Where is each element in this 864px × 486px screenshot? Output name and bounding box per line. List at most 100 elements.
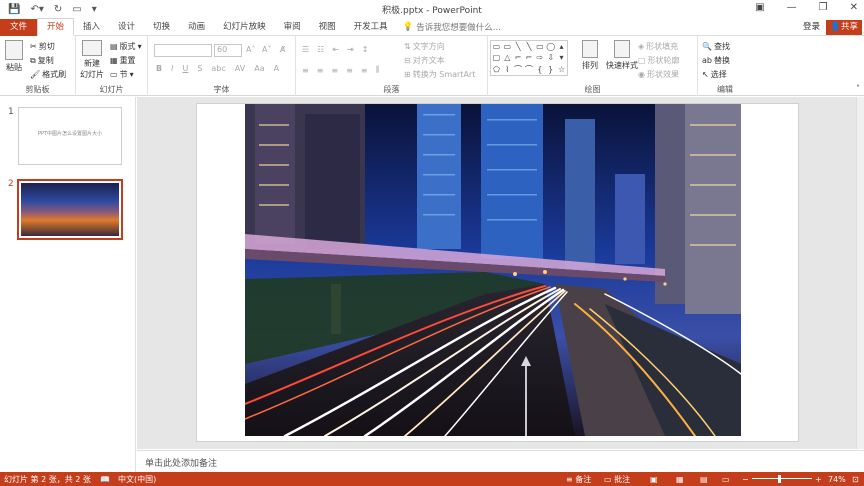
bold-icon[interactable]: B <box>156 64 162 73</box>
copy-icon: ⧉ <box>30 55 36 65</box>
bullets-icon[interactable]: ☰ <box>302 45 309 54</box>
fit-slide-icon[interactable]: ⊡ <box>852 475 859 484</box>
spacing-icon[interactable]: AV <box>235 64 245 73</box>
zoom-out-icon[interactable]: − <box>742 475 749 484</box>
align-text-button[interactable]: ⊟ 对齐文本 <box>404 55 445 66</box>
current-slide[interactable] <box>196 103 799 442</box>
document-title: 积极.pptx - PowerPoint <box>382 6 482 16</box>
group-editing: 🔍 查找 ab 替换 ↖ 选择 编辑 <box>698 36 752 96</box>
collapse-ribbon-icon[interactable]: ˄ <box>856 84 860 93</box>
tab-slideshow[interactable]: 幻灯片放映 <box>214 19 275 36</box>
columns-icon[interactable]: ⫼ <box>376 65 380 75</box>
case-icon[interactable]: Aa <box>254 64 264 73</box>
find-button[interactable]: 🔍 查找 <box>702 41 730 52</box>
tab-animations[interactable]: 动画 <box>179 19 214 36</box>
grow-font-icon[interactable]: A˄ <box>246 45 255 54</box>
shape-outline-button[interactable]: ▢ 形状轮廓 <box>638 55 680 66</box>
save-icon[interactable]: 💾 <box>8 4 20 15</box>
font-color-icon[interactable]: A <box>274 64 279 73</box>
slide-number: 2 <box>8 179 14 189</box>
zoom-level[interactable]: 74% <box>828 475 846 484</box>
group-label: 剪贴板 <box>25 85 50 94</box>
redo-icon[interactable]: ↻ <box>54 4 62 15</box>
shadow-icon[interactable]: S <box>197 64 202 73</box>
tab-transitions[interactable]: 切换 <box>144 19 179 36</box>
reset-button[interactable]: ▦ 重置 <box>110 55 136 66</box>
notes-pane[interactable]: 单击此处添加备注 <box>137 450 864 472</box>
section-button[interactable]: ▭ 节 ▾ <box>110 69 134 80</box>
justify-icon[interactable]: ≡ <box>346 66 353 75</box>
slide-thumbnail-2[interactable] <box>17 179 123 240</box>
customize-icon[interactable]: ▾ <box>92 4 97 15</box>
tab-review[interactable]: 审阅 <box>275 19 310 36</box>
share-button[interactable]: 👤共享 <box>826 20 862 35</box>
group-drawing: ▭ ▭ ╲ ╲ ▭ ◯ ▴ ▢ △ ⌐ ⌐ ⇨ ⇩ ▾ ⬠ ⌇ ⌒ ⌒{} ☆ 排列 快速样式 ◈ 形状填充 ▢ 形… <box>488 36 698 96</box>
comments-button[interactable]: ▭ 批注 <box>604 474 630 485</box>
distribute-icon[interactable]: ≡ <box>361 66 368 75</box>
shape-effects-button[interactable]: ◉ 形状效果 <box>638 69 679 80</box>
tab-view[interactable]: 视图 <box>310 19 345 36</box>
increase-indent-icon[interactable]: ⇥ <box>347 45 354 54</box>
align-center-icon[interactable]: ≡ <box>317 66 324 75</box>
zoom-in-icon[interactable]: + <box>815 475 822 484</box>
login-link[interactable]: 登录 <box>803 19 820 36</box>
select-button[interactable]: ↖ 选择 <box>702 69 727 80</box>
vertical-scrollbar[interactable] <box>856 97 864 449</box>
text-direction-button[interactable]: ⇅ 文字方向 <box>404 41 445 52</box>
reading-view-icon[interactable]: ▤ <box>700 475 708 484</box>
slide-thumbnail-1[interactable]: PPT中图片怎么设置图片大小 <box>18 107 122 165</box>
layout-button[interactable]: ▤ 版式 ▾ <box>110 41 142 52</box>
copy-button[interactable]: ⧉ 复制 <box>30 55 54 66</box>
clear-format-icon[interactable]: A̸ <box>280 45 285 54</box>
line-spacing-icon[interactable]: ↕ <box>362 45 369 54</box>
close-icon[interactable]: ✕ <box>850 2 858 13</box>
align-text-icon: ⊟ <box>404 56 411 65</box>
quick-styles-button[interactable]: 快速样式 <box>606 40 638 71</box>
cut-button[interactable]: ✂ 剪切 <box>30 41 55 52</box>
zoom-slider-thumb[interactable] <box>778 475 781 483</box>
notes-placeholder: 单击此处添加备注 <box>145 459 218 469</box>
font-name-box[interactable] <box>154 44 212 57</box>
zoom-slider[interactable] <box>752 478 812 479</box>
shapes-gallery[interactable]: ▭ ▭ ╲ ╲ ▭ ◯ ▴ ▢ △ ⌐ ⌐ ⇨ ⇩ ▾ ⬠ ⌇ ⌒ ⌒{} ☆ <box>490 40 568 76</box>
slide-sorter-icon[interactable]: ▦ <box>676 475 684 484</box>
replace-button[interactable]: ab 替换 <box>702 55 730 66</box>
tab-file[interactable]: 文件 <box>0 18 38 36</box>
undo-icon[interactable]: ↶▾ <box>30 4 43 15</box>
arrange-button[interactable]: 排列 <box>582 40 598 71</box>
new-slide-button[interactable]: 新建 幻灯片 <box>80 40 104 80</box>
slide-editing-area <box>137 97 856 449</box>
paste-button[interactable]: 粘贴 <box>5 40 23 73</box>
tab-insert[interactable]: 插入 <box>74 19 109 36</box>
notes-button[interactable]: ≡ 备注 <box>566 474 591 485</box>
restore-icon[interactable]: ❐ <box>819 2 828 13</box>
tab-developer[interactable]: 开发工具 <box>345 19 397 36</box>
ribbon-display-icon[interactable]: ▣ <box>755 2 764 13</box>
strikethrough-icon[interactable]: abc <box>211 64 225 73</box>
minimize-icon[interactable]: — <box>787 2 797 13</box>
replace-icon: ab <box>702 56 712 65</box>
spellcheck-icon[interactable]: 📖 <box>100 475 110 484</box>
fill-icon: ◈ <box>638 42 645 51</box>
new-slide-icon <box>82 40 102 56</box>
numbering-icon[interactable]: ☷ <box>317 45 324 54</box>
align-right-icon[interactable]: ≡ <box>331 66 338 75</box>
tab-home[interactable]: 开始 <box>37 18 75 36</box>
underline-icon[interactable]: U <box>182 64 188 73</box>
convert-smartart-button[interactable]: ⊞ 转换为 SmartArt <box>404 69 475 80</box>
tab-design[interactable]: 设计 <box>109 19 144 36</box>
font-size-box[interactable]: 60 <box>214 44 242 57</box>
language[interactable]: 中文(中国) <box>118 474 156 485</box>
city-night-photo[interactable] <box>245 104 741 436</box>
normal-view-icon[interactable]: ▣ <box>650 475 658 484</box>
format-painter-button[interactable]: 🖌 格式刷 <box>30 69 66 80</box>
align-left-icon[interactable]: ≡ <box>302 66 309 75</box>
slideshow-icon[interactable]: ▭ <box>722 475 730 484</box>
shape-fill-button[interactable]: ◈ 形状填充 <box>638 41 678 52</box>
shrink-font-icon[interactable]: A˅ <box>262 45 271 54</box>
decrease-indent-icon[interactable]: ⇤ <box>332 45 339 54</box>
presentation-icon[interactable]: ▭ <box>72 4 81 15</box>
italic-icon[interactable]: I <box>171 64 173 73</box>
cursor-icon: ↖ <box>702 70 709 79</box>
tell-me-box[interactable]: 💡 告诉我您想要做什么... <box>397 21 501 33</box>
